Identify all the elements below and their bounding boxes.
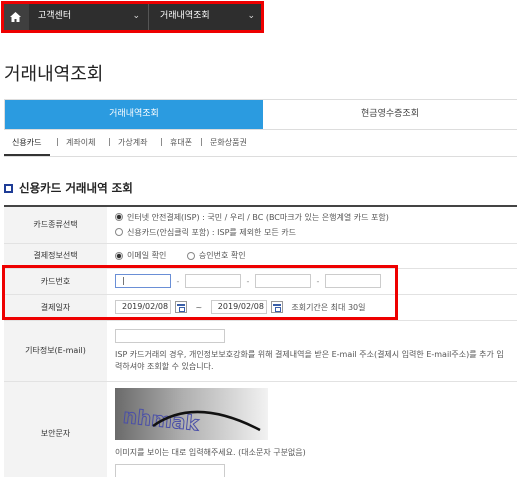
sub-tabs: 신용카드 | 계좌이체 | 가상계좌 | 휴대폰 | 문화상품권 xyxy=(4,131,517,157)
subtab-separator: | xyxy=(56,137,59,146)
row-card-type: 카드종류선택 인터넷 안전결제(ISP) : 국민 / 우리 / BC (BC마… xyxy=(4,206,517,244)
payment-option-email[interactable]: 이메일 확인 xyxy=(115,251,166,260)
radio-button-checked[interactable] xyxy=(115,251,123,260)
highlight-box xyxy=(2,265,398,320)
card-type-label: 카드종류선택 xyxy=(4,206,107,244)
captcha-image: nhmak xyxy=(115,387,268,440)
row-security-code: 보안문자 nhmak 이미지를 보이는 대로 입력해주세요. (대소문자 구분없… xyxy=(4,381,517,477)
payment-option-approval[interactable]: 승인번호 확인 xyxy=(186,251,246,260)
radio-button[interactable] xyxy=(115,228,123,237)
square-bullet-icon xyxy=(4,183,13,193)
email-input[interactable] xyxy=(115,328,225,343)
subtab-mobile[interactable]: 휴대폰 xyxy=(170,137,192,148)
highlight-box xyxy=(1,1,264,33)
card-type-options: 인터넷 안전결제(ISP) : 국민 / 우리 / BC (BC마크가 있는 은… xyxy=(107,206,517,244)
section-title-text: 신용카드 거래내역 조회 xyxy=(19,181,133,195)
subtab-gift-card[interactable]: 문화상품권 xyxy=(210,137,247,148)
main-tabs: 거래내역조회 현금영수증조회 xyxy=(4,99,517,130)
card-type-option-isp-text: 인터넷 안전결제(ISP) : 국민 / 우리 / BC (BC마크가 있는 은… xyxy=(127,212,389,222)
tab-transaction-history[interactable]: 거래내역조회 xyxy=(5,100,263,129)
row-extra-info: 기타정보(E-mail) ISP 카드거래의 경우, 개인정보보호강화를 위해 … xyxy=(4,320,517,382)
payment-option-approval-text: 승인번호 확인 xyxy=(198,251,246,260)
card-type-option-credit-text: 신용카드(안심클릭 포함) : ISP를 제외한 모든 카드 xyxy=(127,227,296,237)
card-type-option-isp[interactable]: 인터넷 안전결제(ISP) : 국민 / 우리 / BC (BC마크가 있는 은… xyxy=(115,212,517,223)
active-subtab-indicator xyxy=(4,154,50,156)
payment-option-email-text: 이메일 확인 xyxy=(127,251,167,260)
subtab-separator: | xyxy=(200,137,203,146)
radio-button[interactable] xyxy=(186,251,195,260)
subtab-virtual-account[interactable]: 가상계좌 xyxy=(118,137,147,148)
subtab-separator: | xyxy=(108,137,111,146)
extra-info-description: ISP 카드거래의 경우, 개인정보보호강화를 위해 결제내역을 받은 E-ma… xyxy=(115,349,504,371)
captcha-input[interactable] xyxy=(115,463,225,477)
captcha-distortion: nhmak xyxy=(121,403,261,436)
subtab-separator: | xyxy=(160,137,163,146)
extra-info-cell: ISP 카드거래의 경우, 개인정보보호강화를 위해 결제내역을 받은 E-ma… xyxy=(107,320,517,382)
card-type-option-credit[interactable]: 신용카드(안심클릭 포함) : ISP를 제외한 모든 카드 xyxy=(115,227,517,238)
section-title: 신용카드 거래내역 조회 xyxy=(4,180,133,196)
extra-info-label: 기타정보(E-mail) xyxy=(4,320,107,382)
page-title: 거래내역조회 xyxy=(4,64,104,85)
captcha-instruction: 이미지를 보이는 대로 입력해주세요. (대소문자 구분없음) xyxy=(115,447,306,457)
subtab-bank-transfer[interactable]: 계좌이체 xyxy=(66,137,95,148)
security-code-label: 보안문자 xyxy=(4,381,107,477)
tab-cash-receipt[interactable]: 현금영수증조회 xyxy=(263,100,517,129)
security-code-cell: nhmak 이미지를 보이는 대로 입력해주세요. (대소문자 구분없음) xyxy=(107,381,517,477)
search-form: 카드종류선택 인터넷 안전결제(ISP) : 국민 / 우리 / BC (BC마… xyxy=(4,205,517,477)
radio-button-checked[interactable] xyxy=(115,213,123,222)
subtab-credit-card[interactable]: 신용카드 xyxy=(12,137,41,148)
top-nav: 고객센터 ⌄ 거래내역조회 ⌄ xyxy=(0,0,521,34)
